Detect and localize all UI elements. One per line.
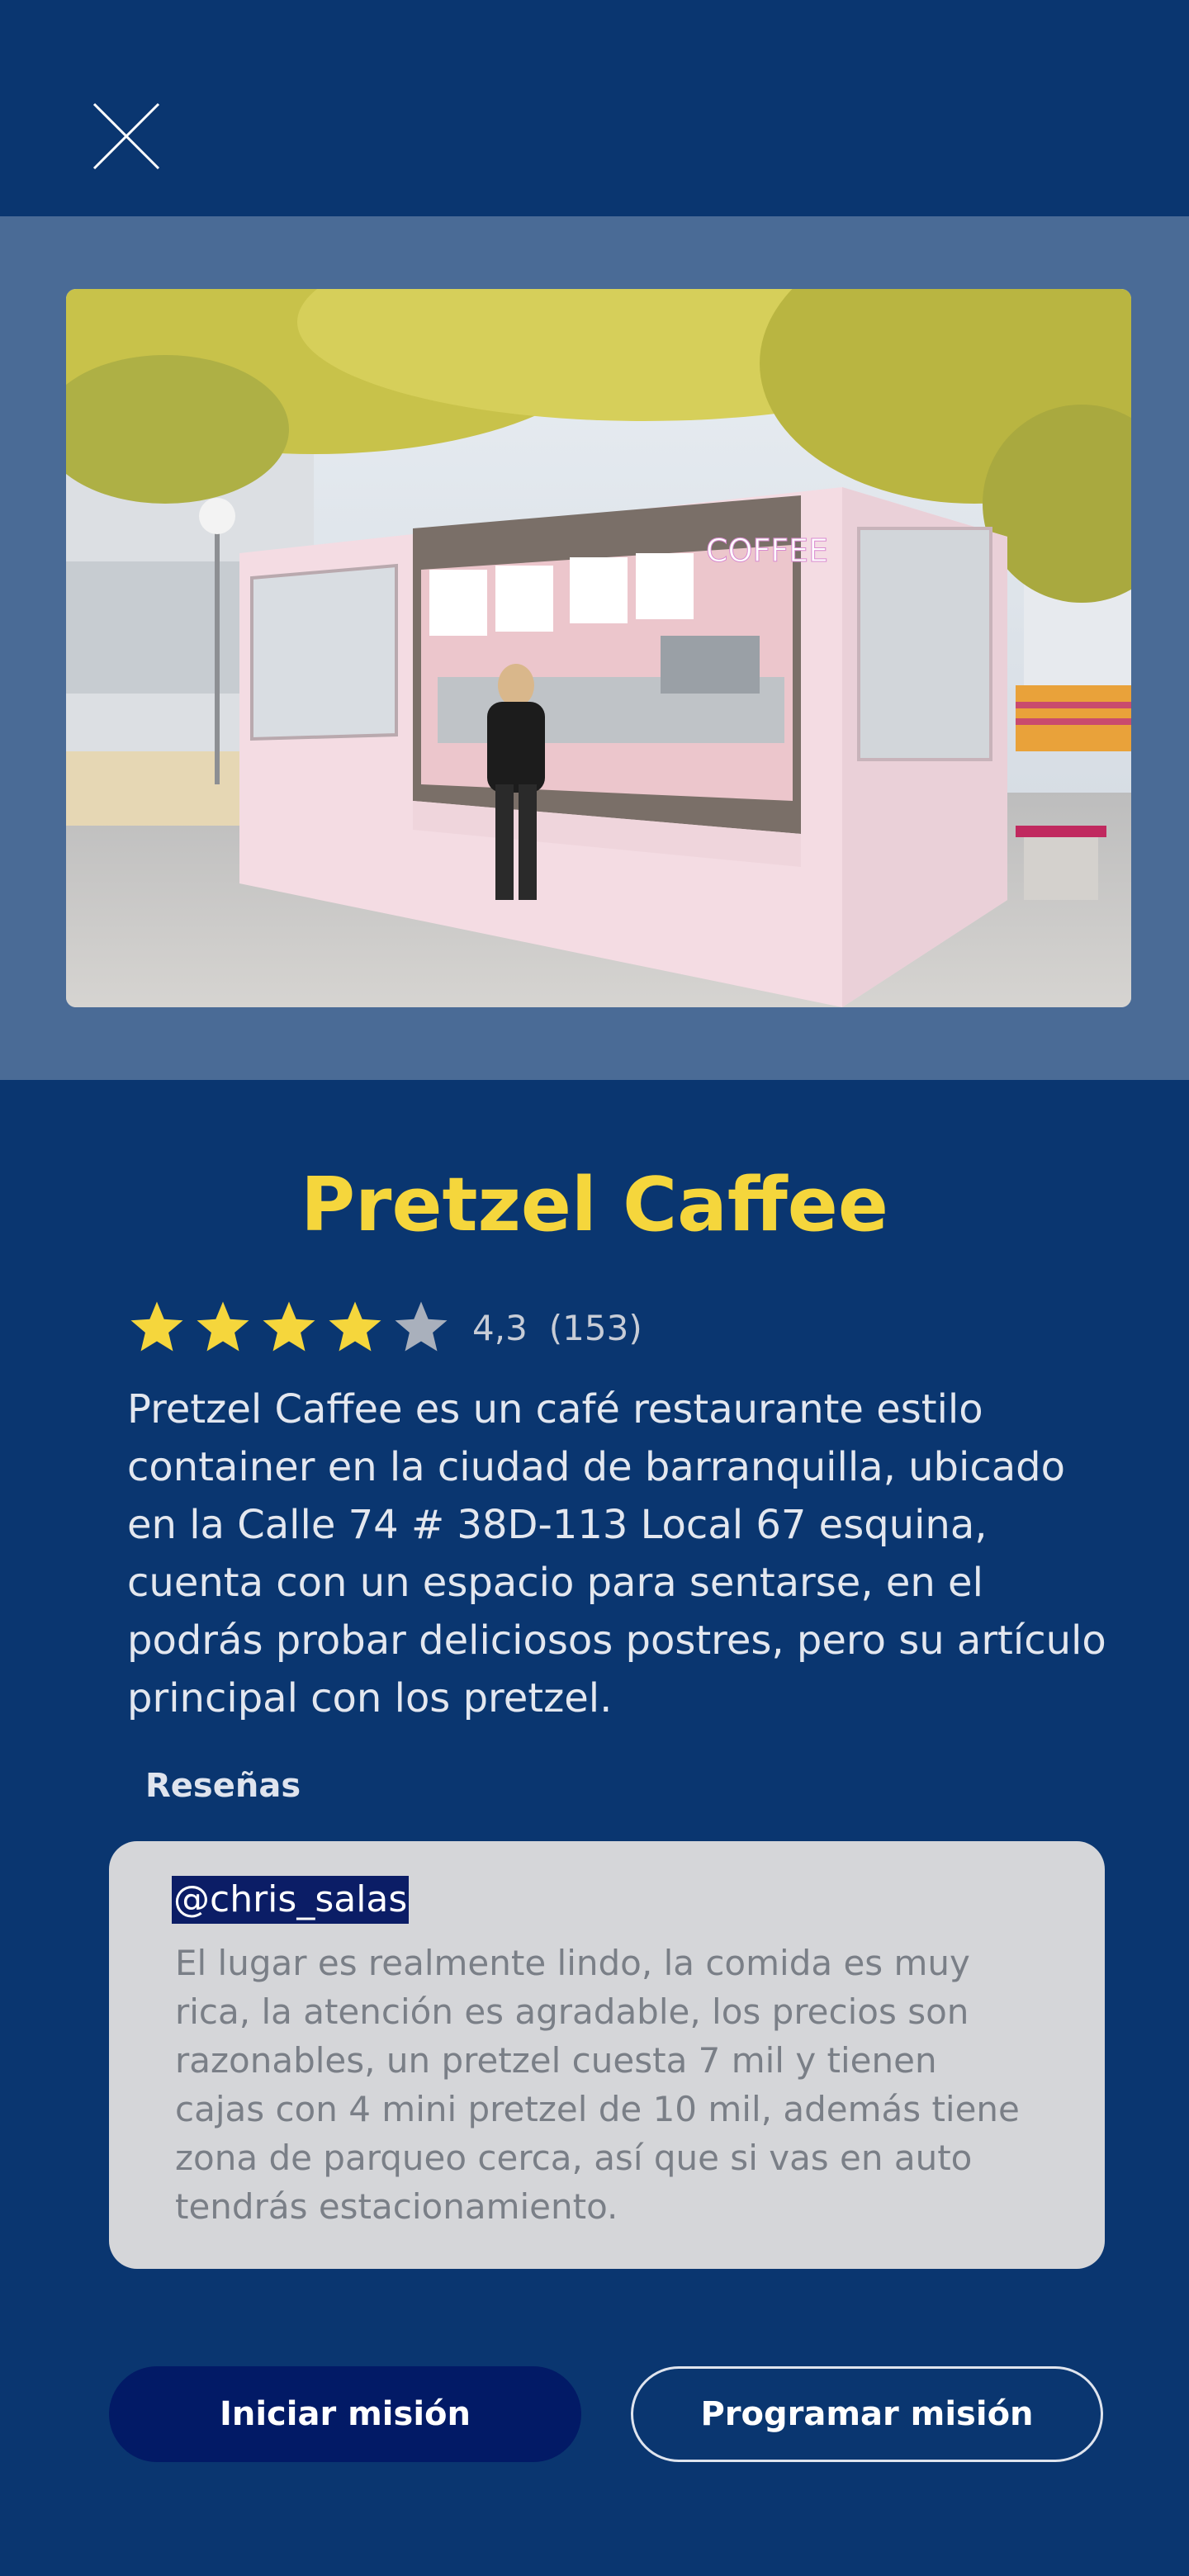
star-filled-icon [263, 1301, 315, 1352]
rating-count: (153) [548, 1307, 642, 1348]
top-bar [0, 0, 1189, 216]
star-filled-icon [329, 1301, 381, 1352]
star-empty-icon [395, 1301, 448, 1352]
reviews-heading: Reseñas [145, 1767, 301, 1805]
rating-row: 4,3 (153) [127, 1295, 642, 1361]
close-button[interactable] [91, 101, 162, 172]
review-text: El lugar es realmente lindo, la comida e… [175, 1943, 1020, 2227]
place-photo: COFFEE [66, 289, 1131, 1007]
rating-value: 4,3 [472, 1307, 528, 1348]
place-description: Pretzel Caffee es un café restaurante es… [127, 1386, 1106, 1721]
svg-text:COFFEE: COFFEE [706, 533, 828, 569]
review-username[interactable]: @chris_salas [172, 1876, 410, 1924]
start-mission-button[interactable]: Iniciar misión [109, 2366, 581, 2462]
schedule-mission-button[interactable]: Programar misión [631, 2366, 1103, 2462]
star-filled-icon [130, 1301, 183, 1352]
review-card: @chris_salas El lugar es realmente lindo… [109, 1841, 1105, 2269]
star-filled-icon [197, 1301, 249, 1352]
close-icon [92, 102, 160, 170]
place-title: Pretzel Caffee [301, 1162, 888, 1248]
